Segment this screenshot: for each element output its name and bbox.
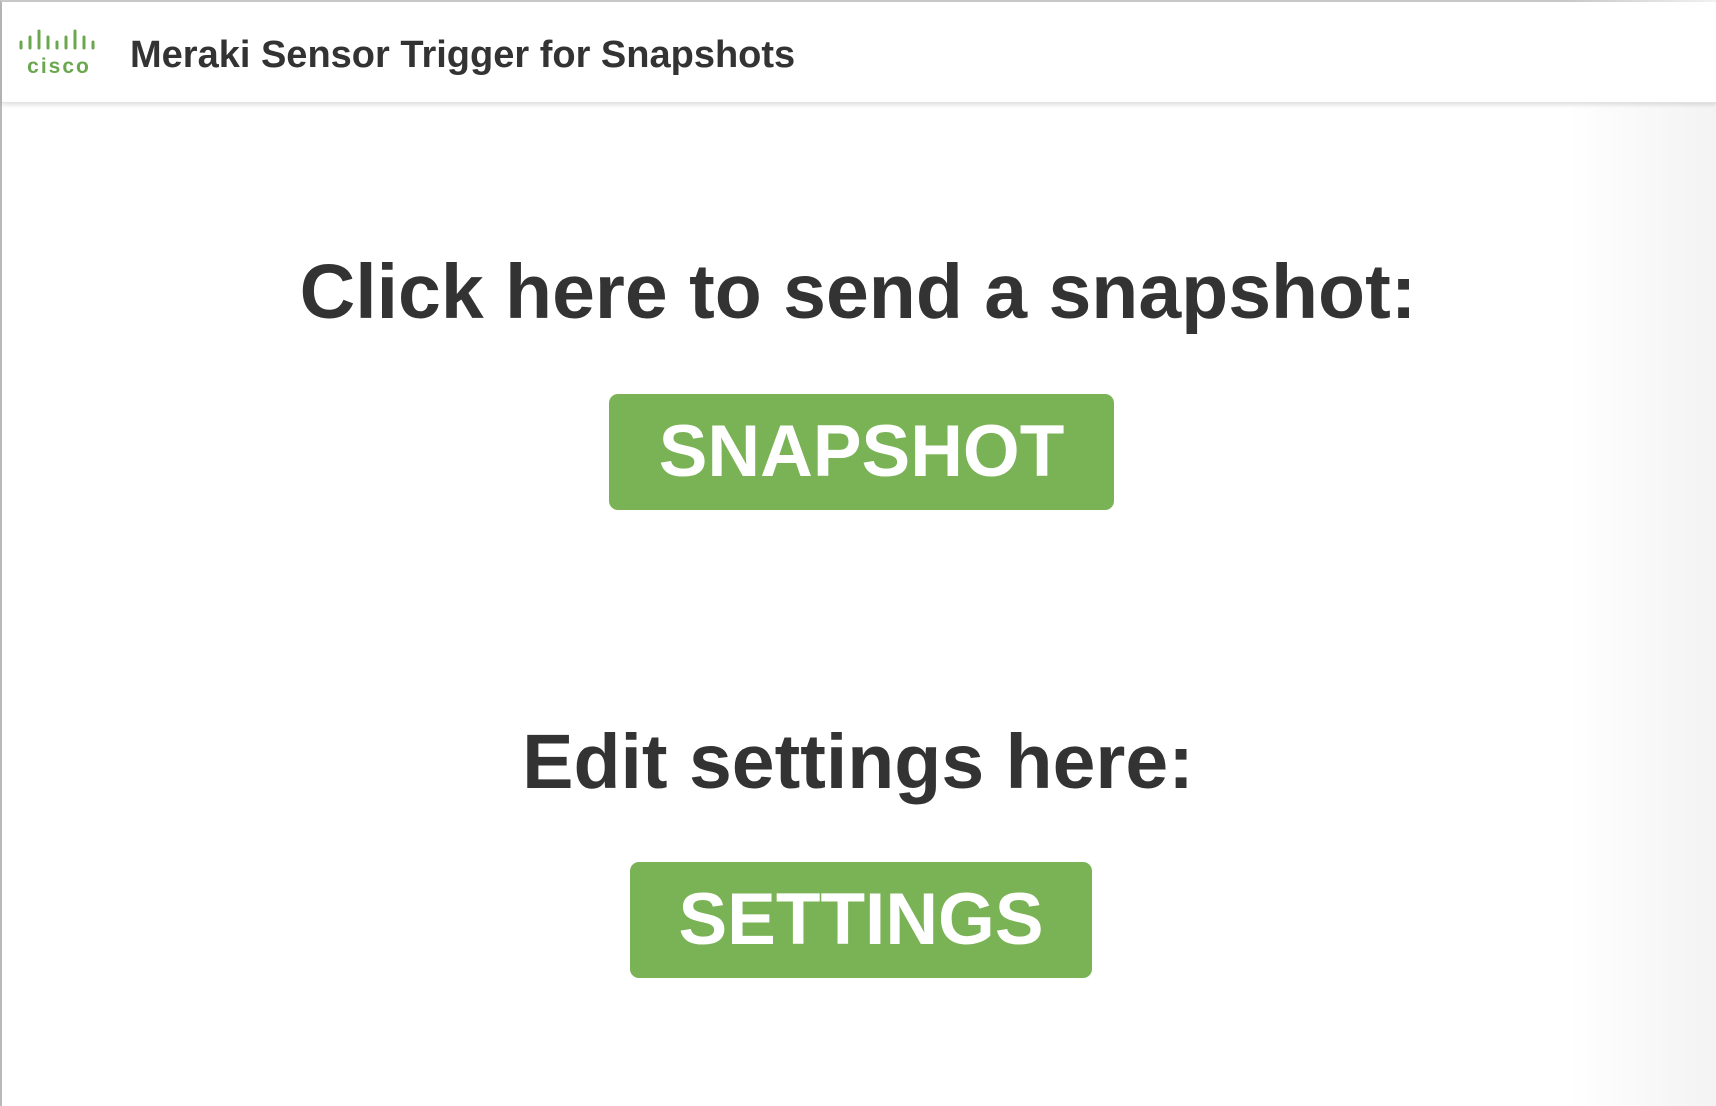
- settings-button[interactable]: SETTINGS: [630, 862, 1092, 978]
- cisco-logo: cisco: [18, 28, 102, 78]
- logo-wordmark: cisco: [27, 55, 91, 78]
- snapshot-prompt: Click here to send a snapshot:: [299, 249, 1417, 335]
- settings-prompt: Edit settings here:: [522, 719, 1194, 805]
- app-title: Meraki Sensor Trigger for Snapshots: [130, 34, 796, 76]
- window-shade: [1566, 0, 1716, 1106]
- top-bar: cisco Meraki Sensor Trigger for Snapshot…: [2, 2, 1716, 103]
- snapshot-button[interactable]: SNAPSHOT: [609, 394, 1114, 510]
